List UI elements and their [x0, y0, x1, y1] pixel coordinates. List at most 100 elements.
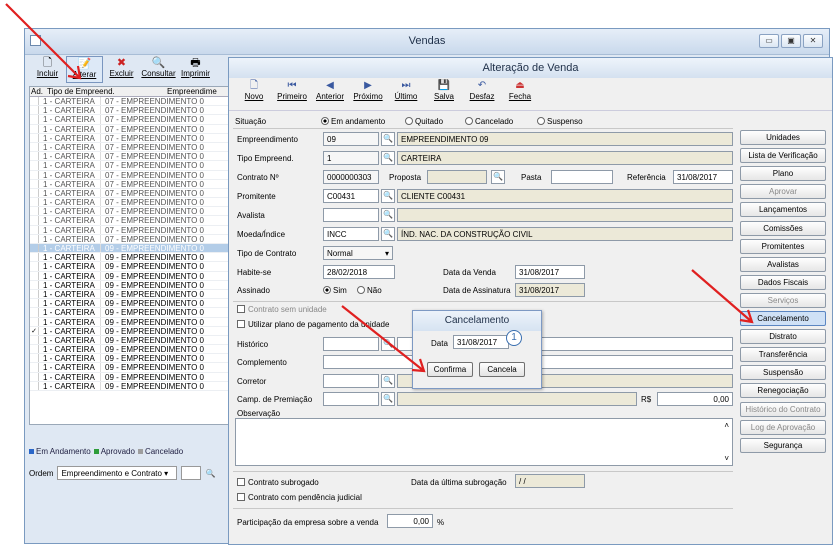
side-button-suspensao[interactable]: Suspensão	[740, 365, 826, 381]
table-row[interactable]: 1 - CARTEIRA 09 - EMPREENDIMENTO 0	[30, 335, 228, 346]
radio-nao[interactable]: Não	[357, 286, 382, 295]
ordem-search-input[interactable]	[181, 466, 202, 480]
row-check[interactable]	[30, 345, 39, 354]
table-row[interactable]: 1 - CARTEIRA 07 - EMPREENDIMENTO 0	[30, 106, 228, 116]
table-row[interactable]: 1 - CARTEIRA 09 - EMPREENDIMENTO 0	[30, 372, 228, 382]
table-row[interactable]: 1 - CARTEIRA 07 - EMPREENDIMENTO 0	[30, 142, 228, 153]
contrato-subrogado-checkbox[interactable]: Contrato subrogado	[237, 478, 319, 487]
row-check[interactable]	[30, 124, 39, 133]
plano-pagamento-checkbox[interactable]: Utilizar plano de pagamento da unidade	[237, 320, 389, 329]
close-button[interactable]: ✕	[803, 34, 823, 48]
historico-code[interactable]	[323, 337, 379, 351]
row-check[interactable]	[30, 161, 39, 170]
corretor-code[interactable]	[323, 374, 379, 388]
premiacao-valor[interactable]: 0,00	[657, 392, 733, 406]
table-row[interactable]: 1 - CARTEIRA 09 - EMPREENDIMENTO 0	[30, 299, 228, 309]
ultimo-button[interactable]: ⏭ Último	[387, 78, 425, 110]
table-row[interactable]: 1 - CARTEIRA 09 - EMPREENDIMENTO 0	[30, 354, 228, 364]
table-row[interactable]: 1 - CARTEIRA 09 - EMPREENDIMENTO 0	[30, 363, 228, 373]
search-lens-icon[interactable]: 🔍	[381, 227, 395, 241]
row-check[interactable]	[30, 372, 39, 381]
row-check[interactable]	[30, 363, 39, 372]
table-row[interactable]: 1 - CARTEIRA 07 - EMPREENDIMENTO 0	[30, 225, 228, 235]
fecha-button[interactable]: ⏏ Fecha	[501, 78, 539, 110]
habite-se-field[interactable]: 28/02/2018	[323, 265, 395, 279]
row-check[interactable]	[30, 253, 39, 262]
row-check[interactable]	[30, 317, 39, 326]
row-check[interactable]	[30, 152, 39, 161]
search-lens-icon[interactable]: 🔍	[381, 151, 395, 165]
consultar-button[interactable]: 🔍 Consultar	[140, 56, 177, 83]
participacao-field[interactable]: 0,00	[387, 514, 433, 528]
row-check[interactable]	[30, 299, 39, 308]
row-check[interactable]	[30, 170, 39, 179]
proximo-button[interactable]: ▶ Próximo	[349, 78, 387, 110]
table-row[interactable]: 1 - CARTEIRA 07 - EMPREENDIMENTO 0	[30, 188, 228, 199]
ordem-select[interactable]: Empreendimento e Contrato ▾	[57, 466, 178, 480]
search-lens-icon[interactable]: 🔍	[381, 392, 395, 406]
table-row[interactable]: 1 - CARTEIRA 07 - EMPREENDIMENTO 0	[30, 179, 228, 189]
side-button-aprovar[interactable]: Aprovar	[740, 184, 826, 200]
table-row[interactable]: 1 - CARTEIRA 09 - EMPREENDIMENTO 0	[30, 244, 228, 254]
table-row[interactable]: 1 - CARTEIRA 07 - EMPREENDIMENTO 0	[30, 198, 228, 208]
side-button-lancamentos[interactable]: Lançamentos	[740, 202, 826, 218]
table-row[interactable]: 1 - CARTEIRA 09 - EMPREENDIMENTO 0	[30, 262, 228, 272]
side-button-plano[interactable]: Plano	[740, 166, 826, 182]
confirma-button[interactable]: Confirma	[427, 362, 473, 377]
row-check[interactable]	[30, 106, 39, 115]
table-row[interactable]: 1 - CARTEIRA 09 - EMPREENDIMENTO 0	[30, 381, 228, 391]
referencia-field[interactable]: 31/08/2017	[673, 170, 733, 184]
radio-sim[interactable]: Sim	[323, 286, 347, 295]
side-button-servicos[interactable]: Serviços	[740, 292, 826, 308]
data-venda-field[interactable]: 31/08/2017	[515, 265, 585, 279]
side-button-dados-fiscais[interactable]: Dados Fiscais	[740, 274, 826, 290]
table-row[interactable]: 1 - CARTEIRA 07 - EMPREENDIMENTO 0	[30, 207, 228, 217]
side-button-transferencia[interactable]: Transferência	[740, 347, 826, 363]
search-lens-icon[interactable]: 🔍	[381, 132, 395, 146]
novo-button[interactable]: 🗋 Novo	[235, 78, 273, 110]
side-button-log-de-aprovacao[interactable]: Log de Aprovação	[740, 419, 826, 435]
row-check[interactable]	[30, 289, 39, 299]
promitente-code[interactable]: C00431	[323, 189, 379, 203]
row-check[interactable]	[30, 354, 39, 363]
table-row[interactable]: 1 - CARTEIRA 07 - EMPREENDIMENTO 0	[30, 152, 228, 162]
radio-quitado[interactable]: Quitado	[405, 117, 443, 126]
salva-button[interactable]: 💾 Salva	[425, 78, 463, 110]
search-lens-icon[interactable]: 🔍	[491, 170, 505, 184]
side-button-lista-de-verificacao[interactable]: Lista de Verificação	[740, 148, 826, 164]
desfaz-button[interactable]: ↶ Desfaz	[463, 78, 501, 110]
search-lens-icon[interactable]: 🔍	[381, 189, 395, 203]
side-button-unidades[interactable]: Unidades	[740, 130, 826, 145]
minimize-button[interactable]: ▭	[759, 34, 779, 48]
table-row[interactable]: 1 - CARTEIRA 09 - EMPREENDIMENTO 0	[30, 345, 228, 355]
excluir-button[interactable]: ✖ Excluir	[103, 56, 140, 83]
table-row[interactable]: 1 - CARTEIRA 07 - EMPREENDIMENTO 0	[30, 216, 228, 226]
radio-em-andamento[interactable]: Em andamento	[321, 117, 385, 126]
tipo-code[interactable]: 1	[323, 151, 379, 165]
row-check[interactable]	[30, 179, 39, 188]
side-button-seguranca[interactable]: Segurança	[740, 437, 826, 453]
table-row[interactable]: ✓ 1 - CARTEIRA 09 - EMPREENDIMENTO 0	[30, 326, 228, 336]
cancela-button[interactable]: Cancela	[479, 362, 525, 377]
row-check[interactable]	[30, 308, 39, 317]
row-check[interactable]	[30, 271, 39, 280]
premiacao-code[interactable]	[323, 392, 379, 406]
table-row[interactable]: 1 - CARTEIRA 09 - EMPREENDIMENTO 0	[30, 271, 228, 281]
row-check[interactable]	[30, 225, 39, 234]
alterar-button[interactable]: 📝 Alterar	[66, 56, 103, 83]
search-lens-icon[interactable]: 🔍	[381, 337, 395, 351]
row-check[interactable]: ✓	[30, 326, 39, 335]
table-row[interactable]: 1 - CARTEIRA 07 - EMPREENDIMENTO 0	[30, 97, 228, 107]
pendencia-judicial-checkbox[interactable]: Contrato com pendência judicial	[237, 493, 362, 502]
maximize-button[interactable]: ▣	[781, 34, 801, 48]
table-row[interactable]: 1 - CARTEIRA 07 - EMPREENDIMENTO 0	[30, 124, 228, 134]
moeda-code[interactable]: INCC	[323, 227, 379, 241]
table-row[interactable]: 1 - CARTEIRA 09 - EMPREENDIMENTO 0	[30, 280, 228, 290]
row-check[interactable]	[30, 198, 39, 207]
side-button-historico-do-contrato[interactable]: Histórico do Contrato	[740, 401, 826, 417]
side-button-cancelamento[interactable]: Cancelamento	[740, 311, 826, 326]
table-row[interactable]: 1 - CARTEIRA 07 - EMPREENDIMENTO 0	[30, 234, 228, 244]
row-check[interactable]	[30, 244, 39, 253]
contrato-field[interactable]: 0000000303	[323, 170, 379, 184]
anterior-button[interactable]: ◀ Anterior	[311, 78, 349, 110]
